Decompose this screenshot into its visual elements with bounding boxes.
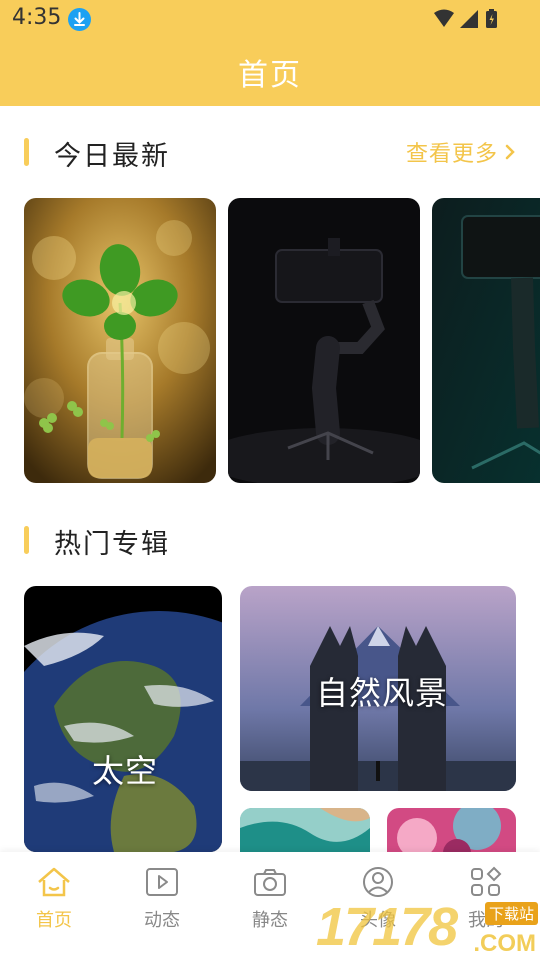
wallpaper-thumb-clover[interactable] <box>24 198 216 483</box>
nav-home[interactable]: 首页 <box>0 866 108 946</box>
today-section-header: 今日最新 查看更多 <box>24 132 516 172</box>
chevron-right-icon <box>505 144 515 160</box>
apps-icon <box>471 866 502 896</box>
album-space-label: 太空 <box>92 752 159 790</box>
album-nature-label: 自然风景 <box>316 674 449 712</box>
nav-home-label: 首页 <box>36 910 72 931</box>
avatar-icon <box>363 867 393 897</box>
nav-static-label: 静态 <box>252 910 288 931</box>
system-icons <box>432 8 502 30</box>
nav-dynamic-label: 动态 <box>144 910 180 931</box>
hot-section-header: 热门专辑 <box>24 520 516 560</box>
watermark-text: 17178 <box>316 897 458 957</box>
play-icon <box>146 868 178 896</box>
status-bar: 4:35 <box>0 0 540 38</box>
album-nature[interactable]: 自然风景 <box>240 586 516 791</box>
nav-static[interactable]: 静态 <box>216 866 324 946</box>
status-time: 4:35 <box>12 5 62 30</box>
hot-section-title: 热门专辑 <box>54 529 170 560</box>
view-more-label: 查看更多 <box>405 142 498 167</box>
camera-icon <box>254 869 286 896</box>
watermark-badge: 下载站 <box>484 902 538 925</box>
page-title: 首页 <box>238 58 302 93</box>
battery-icon <box>486 9 497 28</box>
home-icon <box>38 867 70 897</box>
view-more-link[interactable]: 查看更多 <box>406 136 516 168</box>
wifi-icon <box>434 9 454 27</box>
wallpaper-thumb-gimbal[interactable] <box>228 198 420 483</box>
section-accent-bar <box>24 526 29 554</box>
signal-icon <box>460 10 478 28</box>
download-icon <box>68 8 91 31</box>
site-watermark: 17178 下载站 .COM <box>316 896 540 960</box>
section-accent-bar <box>24 138 29 166</box>
album-space[interactable]: 太空 <box>24 586 222 852</box>
watermark-domain: .COM <box>473 930 536 957</box>
top-app-bar: 4:35 首页 <box>0 0 540 106</box>
nav-dynamic[interactable]: 动态 <box>108 866 216 946</box>
today-section-title: 今日最新 <box>54 141 170 172</box>
wallpaper-thumb-gimbal-teal[interactable] <box>432 198 540 483</box>
